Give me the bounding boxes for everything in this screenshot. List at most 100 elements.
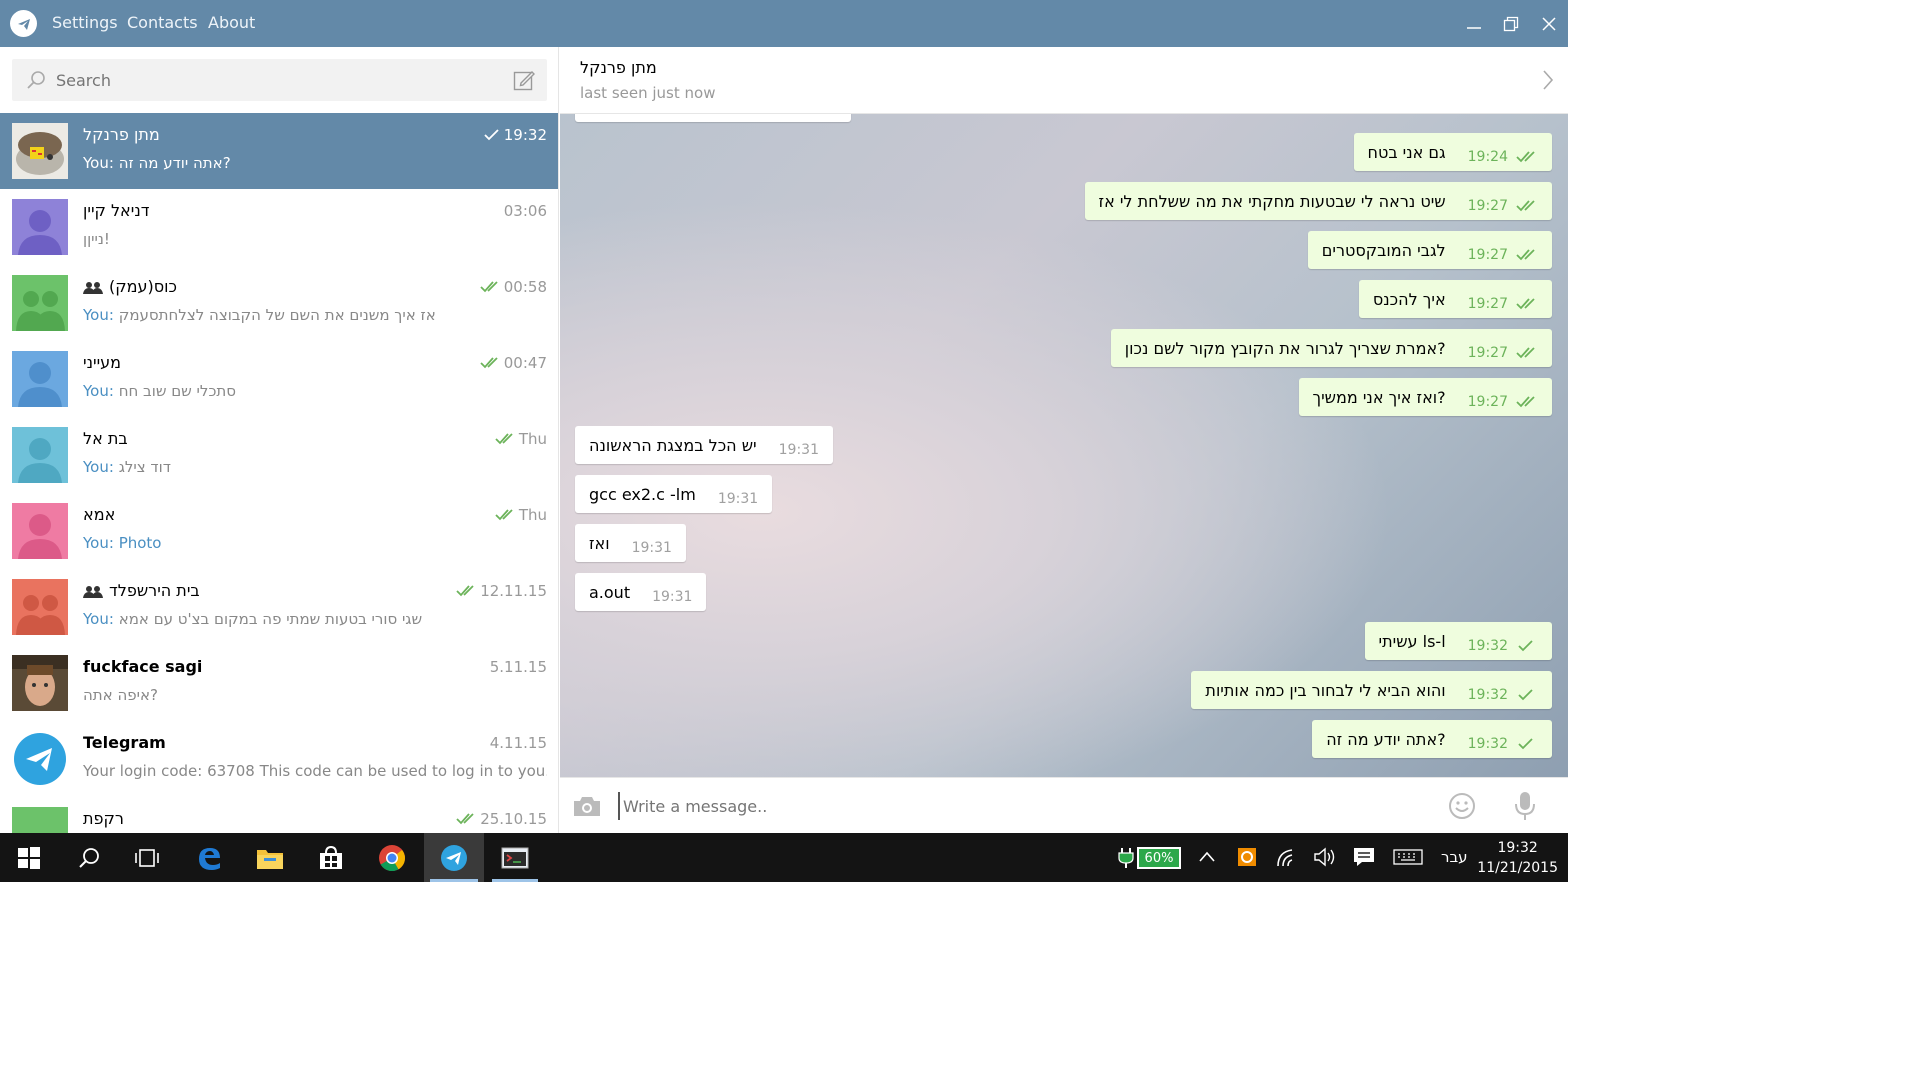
dialog-name: דניאל קיין xyxy=(83,201,150,220)
message-bubble[interactable]: gcc ex2.c -lm 19:31 xyxy=(575,475,773,513)
clock[interactable]: 19:32 11/21/2015 xyxy=(1477,838,1558,878)
dialog-text: סתכלי שם שוב חח xyxy=(118,382,236,400)
you-prefix: You: xyxy=(83,382,119,400)
avatar xyxy=(12,731,68,787)
dialog-item[interactable]: אמא Thu You: Photo xyxy=(0,493,558,569)
store-icon[interactable] xyxy=(302,833,360,882)
telegram-taskbar-icon[interactable] xyxy=(424,833,484,882)
double-check-icon xyxy=(1516,298,1535,310)
message-bubble[interactable]: אתה יודע מה זה? 19:32 xyxy=(1312,720,1552,758)
search-icon[interactable] xyxy=(60,833,118,882)
message-bubble[interactable]: והוא הביא לי לבחור בין כמה אותיות 19:32 xyxy=(1191,671,1552,709)
message-time: 19:31 xyxy=(778,442,819,458)
minimize-icon[interactable] xyxy=(1462,12,1486,36)
chat-header[interactable]: מתן פרנקל last seen just now xyxy=(560,47,1568,114)
emoji-icon[interactable] xyxy=(1448,792,1476,824)
taskbar: 60% עבר 19:32 11/21/2015 xyxy=(0,833,1568,882)
restore-icon[interactable] xyxy=(1499,12,1523,36)
message-bubble[interactable]: a.out 19:31 xyxy=(575,573,707,611)
double-check-icon xyxy=(495,509,513,521)
dialog-text: Your login code: 63708 This code can be … xyxy=(83,762,547,780)
message-text: gcc ex2.c -lm xyxy=(589,484,696,504)
keyboard-icon[interactable] xyxy=(1393,849,1423,869)
message-text: אתה יודע מה זה? xyxy=(1326,729,1446,749)
file-explorer-icon[interactable] xyxy=(241,833,299,882)
double-check-icon xyxy=(495,433,513,445)
menu-settings[interactable]: Settings xyxy=(52,13,118,32)
chevron-up-icon[interactable] xyxy=(1198,849,1216,868)
message-bubble[interactable]: איך להכנס 19:27 xyxy=(1358,280,1552,318)
message-input[interactable] xyxy=(618,792,1438,820)
message-text: גם אני בטח xyxy=(1367,142,1446,162)
telegram-logo-icon[interactable] xyxy=(10,10,37,37)
message-bubble[interactable]: אמרת שצריך לגרור את הקובץ מקור לשם נכון?… xyxy=(1110,329,1552,367)
dialog-item[interactable]: כוס(עמק) 00:58 You: אז איך משנים את השם … xyxy=(0,265,558,341)
dialog-message: נייןן! xyxy=(83,230,547,248)
you-prefix: You: xyxy=(83,610,119,628)
clock-time: 19:32 xyxy=(1497,840,1538,856)
message-composer xyxy=(560,777,1568,833)
double-check-icon xyxy=(480,357,498,369)
dialog-name: בת אל xyxy=(83,429,128,448)
action-center-icon[interactable] xyxy=(1353,847,1375,871)
dialog-message: You: שגי סורי בטעות שמתי פה במקום בצ'ט ע… xyxy=(83,610,547,628)
search-input[interactable] xyxy=(56,59,496,101)
volume-icon[interactable] xyxy=(1314,847,1336,871)
dialog-name: כוס(עמק) xyxy=(83,277,177,296)
message-bubble[interactable]: ואז איך אני ממשיך? 19:27 xyxy=(1298,378,1552,416)
message-text: עשיתי ls-l xyxy=(1378,631,1446,651)
message-bubble[interactable]: יש הכל במצגת הראשונה 19:31 xyxy=(575,426,833,464)
dialog-time: 5.11.15 xyxy=(490,658,547,676)
dialog-item[interactable]: בית הירשפלד 12.11.15 You: שגי סורי בטעות… xyxy=(0,569,558,645)
dialog-time-label: 00:58 xyxy=(503,278,547,296)
double-check-icon xyxy=(456,813,474,825)
menu-contacts[interactable]: Contacts xyxy=(127,13,198,32)
avatar xyxy=(12,503,68,559)
battery-indicator[interactable]: 60% xyxy=(1137,847,1181,869)
message-time: 19:31 xyxy=(652,589,693,605)
edge-icon[interactable] xyxy=(180,833,238,882)
dialog-text: איפה אתה? xyxy=(83,686,158,704)
dialog-item[interactable]: בת אל Thu You: דוד צילג xyxy=(0,417,558,493)
close-icon[interactable] xyxy=(1537,12,1561,36)
chevron-right-icon[interactable] xyxy=(1542,69,1554,95)
check-icon xyxy=(1518,640,1533,652)
dialog-time-label: 4.11.15 xyxy=(489,734,547,752)
input-language[interactable]: עבר xyxy=(1441,848,1468,866)
double-check-icon xyxy=(1516,249,1535,261)
terminal-icon[interactable] xyxy=(486,833,544,882)
dialog-message: Your login code: 63708 This code can be … xyxy=(83,762,547,780)
microphone-icon[interactable] xyxy=(1512,790,1538,826)
app-tray-icon[interactable] xyxy=(1237,847,1257,871)
chrome-icon[interactable] xyxy=(363,833,421,882)
dialog-text: נייןן! xyxy=(83,230,110,248)
message-time: 19:24 xyxy=(1467,149,1508,165)
message-bubble[interactable]: לגבי המובקסטרים 19:27 xyxy=(1307,231,1552,269)
start-button[interactable] xyxy=(0,833,58,882)
dialog-item[interactable]: רקפת 25.10.15 xyxy=(0,797,558,833)
check-icon xyxy=(484,129,499,141)
wifi-icon[interactable] xyxy=(1276,846,1300,872)
dialog-text: Photo xyxy=(118,534,162,552)
power-plug-icon[interactable] xyxy=(1117,847,1135,873)
dialog-item[interactable]: Telegram 4.11.15 Your login code: 63708 … xyxy=(0,721,558,797)
dialog-name: מתן פרנקל xyxy=(83,125,160,144)
message-bubble[interactable]: שיט נראה לי שבטעות מחקתי את מה ששלחת לי … xyxy=(1084,182,1552,220)
dialog-item[interactable]: מתן פרנקל 19:32 You: אתה יודע מה זה? xyxy=(0,113,558,189)
menu-about[interactable]: About xyxy=(208,13,255,32)
task-view-icon[interactable] xyxy=(118,833,176,882)
dialog-item[interactable]: fuckface sagi 5.11.15 איפה אתה? xyxy=(0,645,558,721)
dialog-time: 00:47 xyxy=(480,354,547,372)
title-bar: Settings Contacts About xyxy=(0,0,1568,47)
peer-status: last seen just now xyxy=(580,84,716,102)
message-bubble[interactable]: גם אני בטח 19:24 xyxy=(1353,133,1552,171)
message-history[interactable]: גם אני בטח 19:24 שיט נראה לי שבטעות מחקת… xyxy=(560,114,1568,777)
camera-icon[interactable] xyxy=(572,794,602,822)
compose-icon[interactable] xyxy=(513,69,535,95)
message-time: 19:27 xyxy=(1467,345,1508,361)
dialog-message: You: סתכלי שם שוב חח xyxy=(83,382,547,400)
message-bubble[interactable]: ואז 19:31 xyxy=(575,524,686,562)
message-bubble[interactable]: עשיתי ls-l 19:32 xyxy=(1364,622,1552,660)
dialog-item[interactable]: מעייני 00:47 You: סתכלי שם שוב חח xyxy=(0,341,558,417)
dialog-item[interactable]: דניאל קיין 03:06 נייןן! xyxy=(0,189,558,265)
